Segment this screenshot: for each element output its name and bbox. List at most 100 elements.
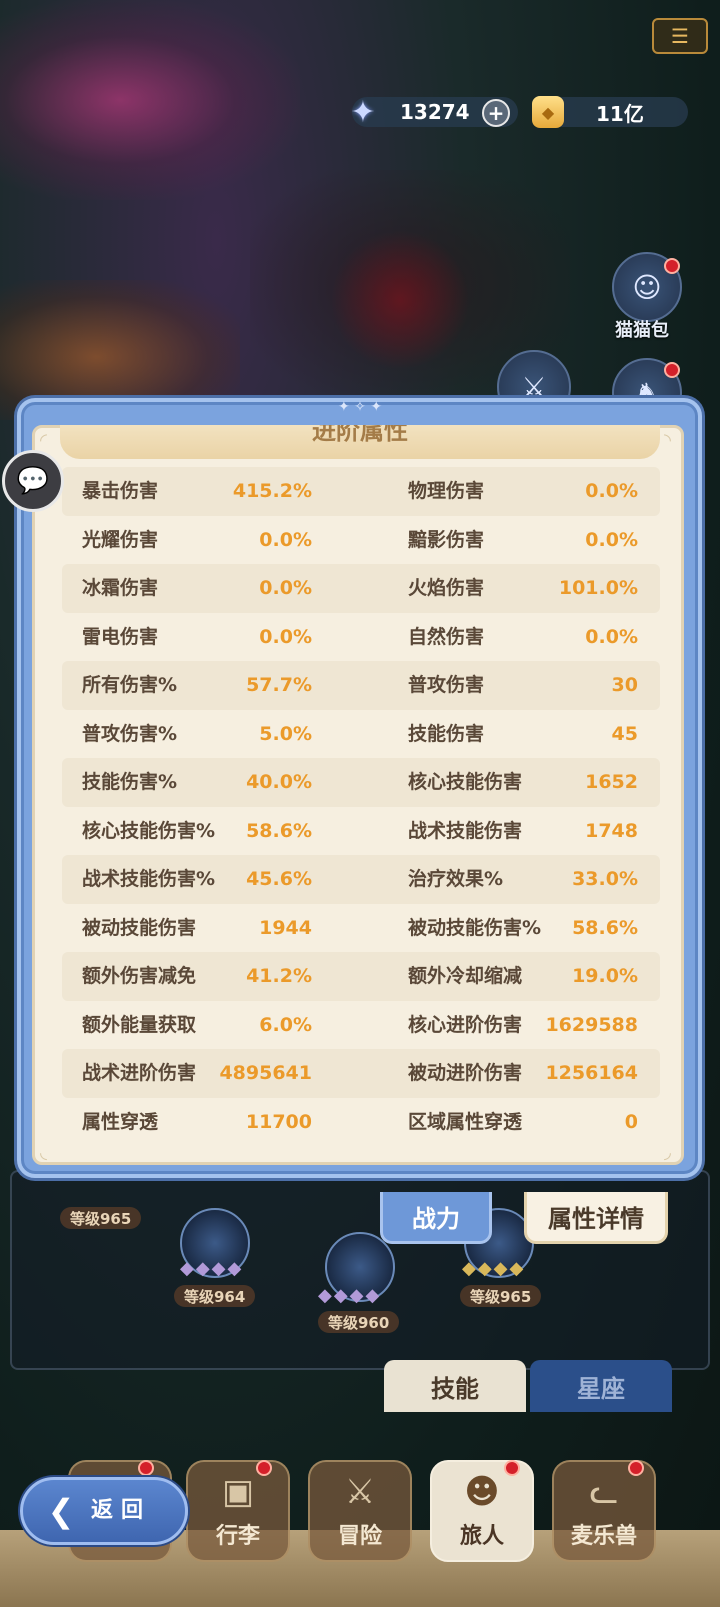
stat-value-left: 11700 <box>245 1110 312 1133</box>
stat-value-right: 101.0% <box>558 577 638 599</box>
back-button[interactable]: ❮ 返回 <box>20 1477 188 1545</box>
star-currency: ✦ 13274 + <box>350 95 518 130</box>
notification-dot <box>138 1460 154 1476</box>
crossed-swords-icon: ⚔ <box>344 1472 376 1512</box>
nav-item-pet[interactable]: ᓚ 麦乐兽 <box>552 1460 656 1562</box>
tab-skill[interactable]: 技能 <box>384 1360 526 1412</box>
chat-icon: 💬 <box>16 466 50 496</box>
nav-label: 旅人 <box>459 1524 504 1549</box>
cat-bag-label: 猫猫包 <box>615 320 669 341</box>
stat-value-left: 45.6% <box>246 868 312 890</box>
stat-label-right: 黯影伤害 <box>408 528 485 551</box>
stat-label-left: 光耀伤害 <box>82 528 159 551</box>
cat-bag-icon: ☺ <box>632 270 662 304</box>
stat-value-left: 0.0% <box>259 625 312 648</box>
notification-dot <box>664 362 680 378</box>
skill-gems: ◆◆◆◆ <box>318 1285 382 1306</box>
coin-currency: ◆ 11亿 <box>532 96 688 128</box>
stat-row: 雷电伤害 0.0% 自然伤害 0.0% <box>62 613 660 662</box>
menu-icon[interactable]: ☰ <box>652 18 708 54</box>
nav-item-adventure[interactable]: ⚔ 冒险 <box>308 1460 412 1562</box>
tab-constellation[interactable]: 星座 <box>530 1360 672 1412</box>
stat-row: 属性穿透 11700 区域属性穿透 0 <box>62 1098 660 1147</box>
stat-row: 普攻伤害% 5.0% 技能伤害 45 <box>62 710 660 759</box>
stats-list: 暴击伤害 415.2% 物理伤害 0.0% 光耀伤害 0.0% 黯影伤害 0.0% 冰霜伤害 0.… <box>62 467 660 1146</box>
skill-level-badge: 等级965 <box>460 1285 542 1307</box>
stat-label-left: 冰霜伤害 <box>82 577 159 599</box>
stat-value-left: 57.7% <box>246 674 312 696</box>
stat-label-left: 属性穿透 <box>82 1110 159 1133</box>
stat-label-right: 火焰伤害 <box>408 577 485 599</box>
stat-value-left: 1944 <box>259 916 312 939</box>
stat-value-left: 415.2% <box>232 480 312 502</box>
stat-row: 冰霜伤害 0.0% 火焰伤害 101.0% <box>62 564 660 613</box>
stat-value-right: 1748 <box>585 819 638 842</box>
stat-row: 技能伤害% 40.0% 核心技能伤害 1652 <box>62 758 660 807</box>
nav-item-traveler[interactable]: ☻ 旅人 <box>430 1460 534 1562</box>
stat-row: 所有伤害% 57.7% 普攻伤害 30 <box>62 661 660 710</box>
skill-gems: ◆◆◆◆ <box>462 1258 526 1279</box>
stat-value-right: 45 <box>611 722 638 745</box>
stat-label-left: 普攻伤害% <box>82 722 178 745</box>
stat-label-right: 治疗效果% <box>408 868 504 890</box>
stat-value-right: 0.0% <box>585 528 638 551</box>
stat-value-right: 0.0% <box>585 625 638 648</box>
skill-level-badge: 等级964 <box>174 1285 256 1307</box>
nav-label: 冒险 <box>337 1524 382 1549</box>
stat-value-right: 33.0% <box>572 868 638 890</box>
stat-label-right: 物理伤害 <box>408 480 485 502</box>
traveler-avatar-icon: ☻ <box>464 1472 500 1512</box>
stat-row: 额外伤害减免 41.2% 额外冷却缩减 19.0% <box>62 952 660 1001</box>
stat-value-right: 1256164 <box>545 1062 638 1084</box>
skill-level-badge: 等级960 <box>318 1311 400 1333</box>
corner-decoration: ◜ <box>40 430 47 451</box>
star-crystal-icon: ✦ <box>350 94 376 130</box>
tab-power[interactable]: 战力 <box>380 1192 492 1244</box>
notification-dot <box>504 1460 520 1476</box>
corner-decoration: ◟ <box>40 1142 47 1163</box>
tab-attribute-detail[interactable]: 属性详情 <box>524 1192 668 1244</box>
stat-label-right: 自然伤害 <box>408 625 485 648</box>
stat-row: 战术技能伤害% 45.6% 治疗效果% 33.0% <box>62 855 660 904</box>
section-title: 进阶属性 <box>312 425 408 445</box>
chat-button[interactable]: 💬 <box>2 450 64 512</box>
stat-value-right: 1652 <box>585 771 638 793</box>
notification-dot <box>664 258 680 274</box>
notification-dot <box>628 1460 644 1476</box>
frame-ornament: ✦ ✧ ✦ <box>337 399 383 415</box>
stat-label-right: 普攻伤害 <box>408 674 485 696</box>
stat-label-left: 所有伤害% <box>82 674 178 696</box>
stat-row: 暴击伤害 415.2% 物理伤害 0.0% <box>62 467 660 516</box>
stat-value-left: 40.0% <box>246 771 312 793</box>
star-currency-value: 13274 <box>400 100 470 124</box>
stat-value-right: 0 <box>624 1110 638 1133</box>
stat-value-left: 6.0% <box>259 1013 312 1036</box>
nav-label: 麦乐兽 <box>570 1524 637 1549</box>
coin-currency-value: 11亿 <box>596 101 644 126</box>
stat-row: 核心技能伤害% 58.6% 战术技能伤害 1748 <box>62 807 660 856</box>
stat-value-right: 58.6% <box>572 916 638 939</box>
stat-label-left: 技能伤害% <box>82 771 178 793</box>
back-arrow-icon: ❮ <box>47 1492 75 1530</box>
gold-coin-icon: ◆ <box>532 96 564 128</box>
background-creature <box>330 230 470 370</box>
stat-value-left: 0.0% <box>259 577 312 599</box>
stat-value-left: 0.0% <box>259 528 312 551</box>
skill-level-badge: 等级965 <box>60 1207 142 1229</box>
notification-dot <box>256 1460 272 1476</box>
stat-value-left: 58.6% <box>246 819 312 842</box>
corner-decoration: ◞ <box>664 1142 671 1163</box>
stat-label-left: 雷电伤害 <box>82 625 159 648</box>
stat-value-right: 1629588 <box>545 1013 638 1036</box>
add-star-button[interactable]: + <box>482 99 510 127</box>
stat-value-right: 0.0% <box>585 480 638 502</box>
section-header: 进阶属性 <box>60 425 660 459</box>
stat-value-right: 30 <box>611 674 638 696</box>
stat-value-left: 41.2% <box>246 965 312 987</box>
cat-icon: ᓚ <box>589 1472 619 1512</box>
stat-row: 额外能量获取 6.0% 核心进阶伤害 1629588 <box>62 1001 660 1050</box>
back-label: 返回 <box>91 1498 152 1523</box>
nav-label: 行李 <box>215 1524 260 1549</box>
nav-item-luggage[interactable]: ▣ 行李 <box>186 1460 290 1562</box>
stat-row: 光耀伤害 0.0% 黯影伤害 0.0% <box>62 516 660 565</box>
